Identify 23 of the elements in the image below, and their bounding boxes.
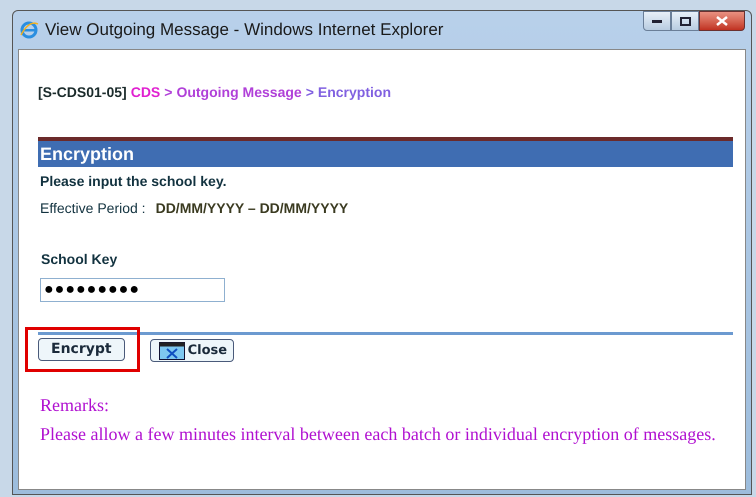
close-icon	[716, 16, 728, 26]
browser-icon	[19, 20, 39, 40]
school-key-field[interactable]: ●●●●●●●●●	[40, 278, 225, 302]
window-close-icon	[158, 342, 185, 360]
instruction-text: Please input the school key.	[40, 172, 228, 191]
close-button[interactable]	[699, 11, 745, 31]
maximize-button[interactable]	[671, 11, 699, 31]
minimize-button[interactable]	[643, 11, 671, 31]
breadcrumb-link[interactable]: Encryption	[318, 82, 391, 103]
remarks-title: Remarks:	[40, 394, 110, 417]
page-code: [S-CDS01-05]	[38, 83, 127, 102]
period-label: Effective Period :	[40, 199, 146, 218]
school-key-label: School Key	[41, 250, 118, 269]
encrypt-button[interactable]: Encrypt	[38, 338, 125, 361]
breadcrumb-separator: >	[164, 83, 172, 102]
breadcrumb-link[interactable]: Outgoing Message	[176, 82, 302, 103]
remarks-text: Please allow a few minutes interval between each batch or individual encryption of messages.	[40, 423, 717, 446]
section-header: Encryption	[38, 141, 733, 167]
close-window-button[interactable]: Close	[150, 339, 234, 362]
period-value: DD/MM/YYYY – DD/MM/YYYY	[156, 199, 348, 218]
breadcrumb-link[interactable]: CDS	[130, 82, 160, 103]
window-title: View Outgoing Message - Windows Internet Explorer	[45, 19, 444, 42]
breadcrumb-separator: >	[306, 83, 314, 102]
